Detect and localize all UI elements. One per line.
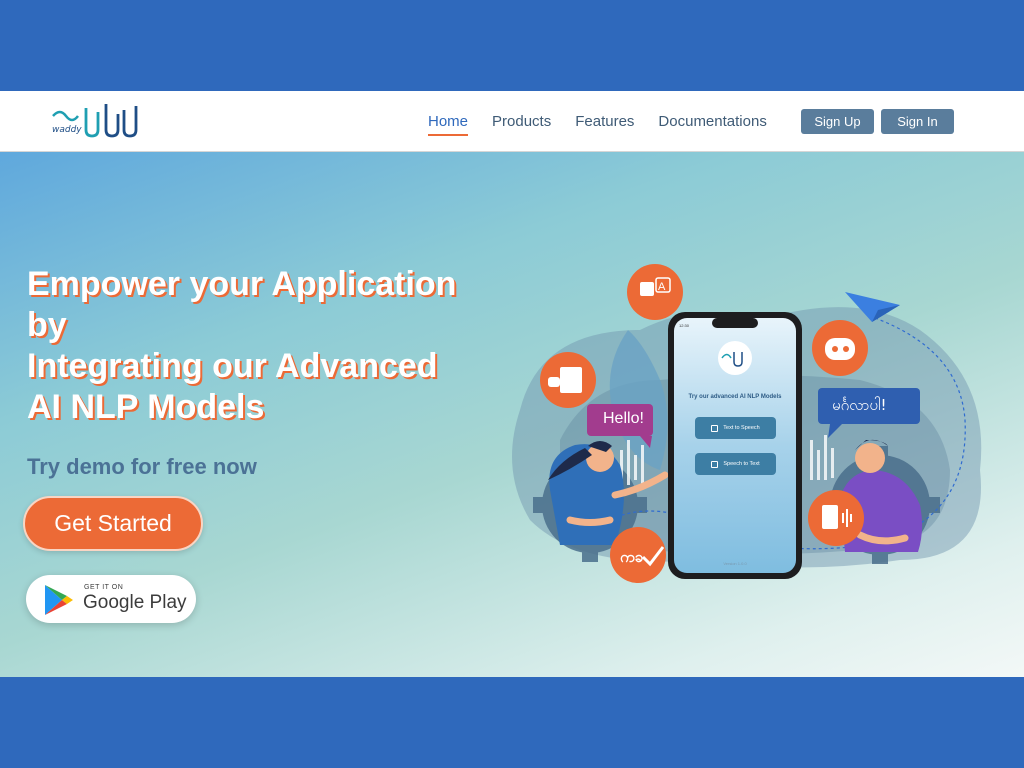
google-play-badge[interactable]: GET IT ON Google Play (26, 575, 196, 623)
sign-in-button[interactable]: Sign In (881, 109, 954, 134)
headline-line: AI NLP Models (27, 388, 265, 426)
svg-text:waddy: waddy (52, 125, 82, 135)
headline-line: Integrating our Advanced (27, 347, 438, 385)
speech-to-text-button[interactable]: Speech to Text (695, 453, 776, 475)
phone-screen-title: Try our advanced AI NLP Models (688, 394, 782, 400)
svg-text:A: A (658, 281, 666, 293)
nav-features[interactable]: Features (575, 113, 634, 131)
greeting-bubble-text: မင်္ဂလာပါ! (832, 396, 887, 414)
headline-line: by (27, 306, 67, 344)
google-play-icon (45, 585, 73, 615)
get-started-button[interactable]: Get Started (23, 496, 203, 551)
waddy-logo-icon: waddy (52, 104, 138, 138)
text-icon (711, 424, 719, 432)
waddy-logo[interactable]: waddy (50, 100, 140, 142)
translate-icon: A (627, 264, 683, 320)
phone-version-text: Version 1.0.0 (723, 561, 747, 566)
nav-products[interactable]: Products (492, 113, 551, 131)
hello-bubble-text: Hello! (603, 410, 644, 427)
speech-document-icon (808, 490, 864, 546)
speech-to-text-label: Speech to Text (723, 461, 760, 467)
hero-headline: Empower your Application by Integrating … (27, 264, 497, 428)
chat-document-icon (540, 352, 596, 408)
nav-links: Home Products Features Documentations (428, 113, 791, 136)
text-to-speech-button[interactable]: Text to Speech (695, 417, 776, 439)
nav-documentations[interactable]: Documentations (658, 113, 766, 131)
text-to-speech-label: Text to Speech (723, 425, 760, 431)
svg-text:ကခ: ကခ (620, 548, 644, 566)
hero-subtext: Try demo for free now (27, 454, 257, 479)
nav-home[interactable]: Home (428, 113, 469, 136)
sign-up-button[interactable]: Sign Up (801, 109, 874, 134)
mic-icon (711, 460, 719, 468)
check-script-icon: ကခ (610, 527, 666, 583)
phone-screen: Try our advanced AI NLP Models Text to S… (676, 322, 794, 572)
bot-icon (812, 320, 868, 376)
top-navbar: waddy Home Products Features Documentati… (0, 91, 1024, 152)
store-badge-big-text: Google Play (83, 592, 187, 613)
headline-line: Empower your Application (27, 265, 457, 303)
store-badge-small-text: GET IT ON (84, 584, 124, 591)
